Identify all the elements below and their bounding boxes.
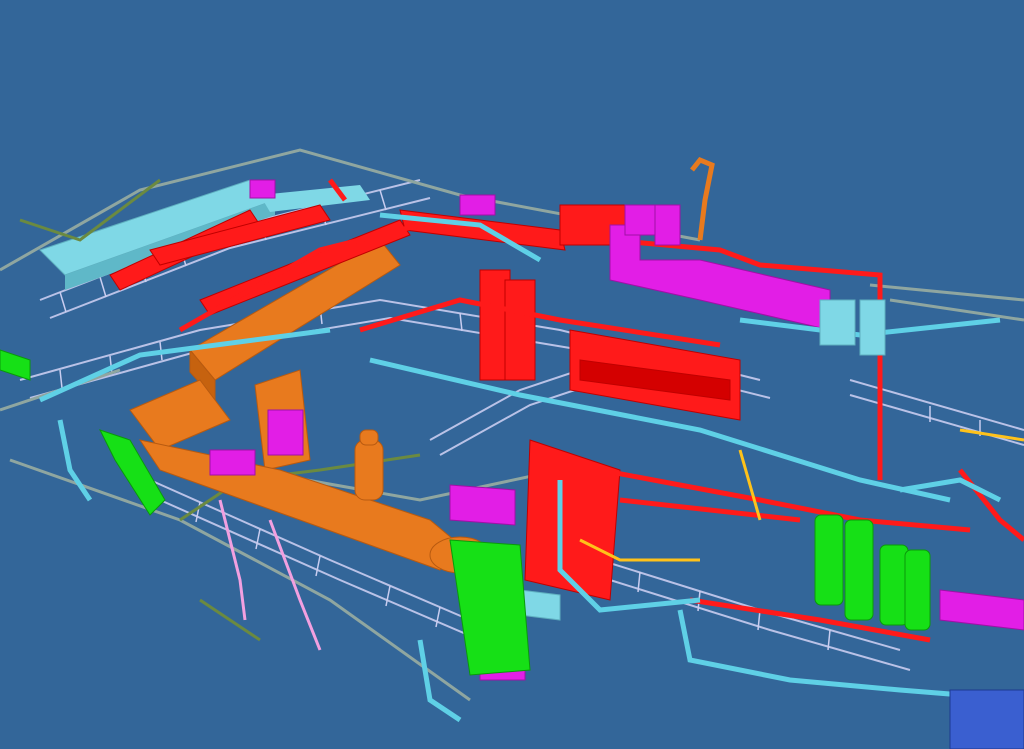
bim-mep-3d-viewport[interactable] [0,0,1024,749]
equipment-blue-bottom-right [949,689,1024,749]
